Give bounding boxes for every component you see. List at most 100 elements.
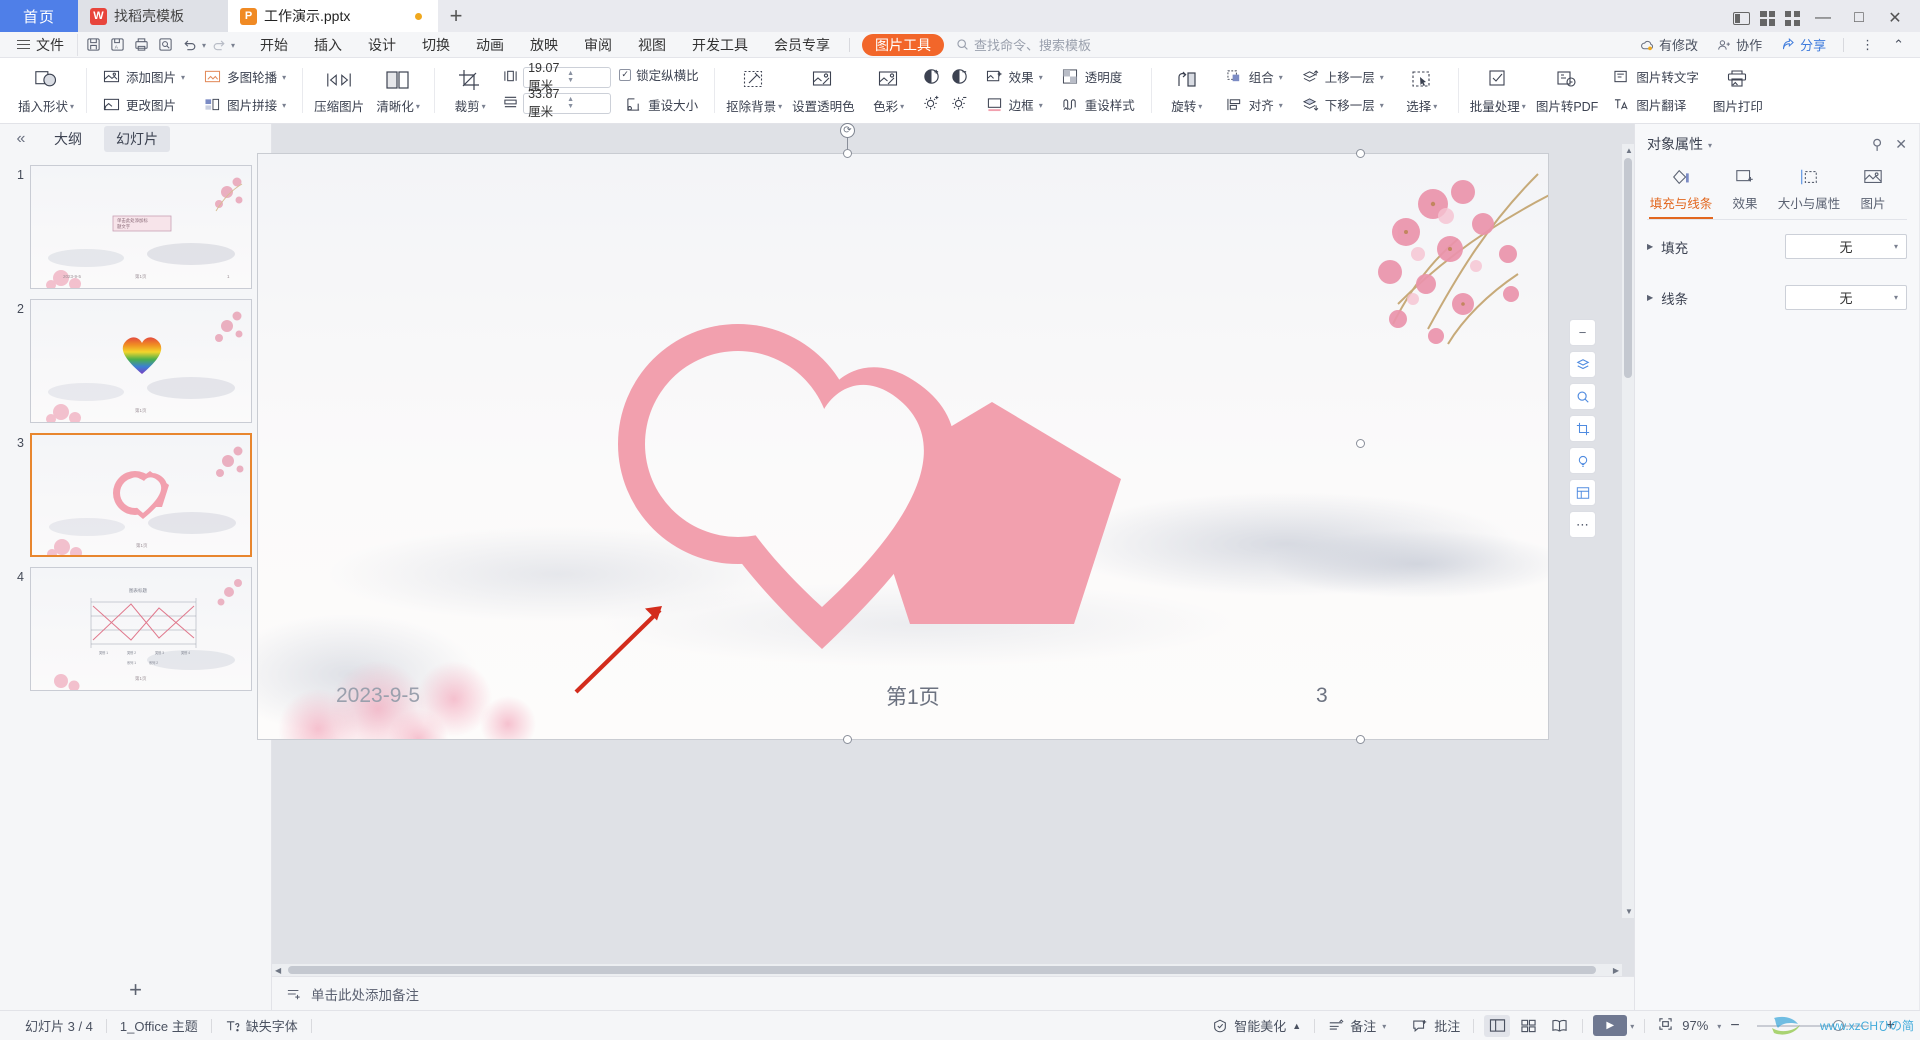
menu-item-transition[interactable]: 切换 <box>409 32 463 58</box>
spinner-arrows-icon[interactable]: ▲ ▼ <box>567 96 606 110</box>
chevron-up-icon[interactable]: ⌃ <box>1885 37 1912 53</box>
chevron-down-icon[interactable]: ▾ <box>1382 1022 1386 1031</box>
line-select[interactable]: 无 ▾ <box>1785 285 1907 310</box>
reset-style-button[interactable]: 重设样式 <box>1056 93 1140 117</box>
customize-icon[interactable]: ▾ <box>231 41 235 50</box>
chevron-down-icon[interactable]: ▾ <box>1708 141 1712 150</box>
contrast-down-icon[interactable] <box>950 67 972 89</box>
reset-size-button[interactable]: 重设大小 <box>619 92 703 116</box>
print-icon[interactable] <box>130 34 153 56</box>
undo-dropdown-icon[interactable]: ▾ <box>202 41 206 50</box>
scroll-left-icon[interactable]: ◀ <box>275 966 281 975</box>
home-tab[interactable]: 首页 <box>0 0 78 32</box>
sidebar-toggle-icon[interactable] <box>1733 11 1750 25</box>
normal-view-icon[interactable] <box>1484 1014 1511 1037</box>
menu-item-picture-tools[interactable]: 图片工具 <box>862 33 945 56</box>
pin-icon[interactable]: ⚲ <box>1872 136 1882 153</box>
menu-item-design[interactable]: 设计 <box>355 32 409 58</box>
zoom-icon[interactable] <box>1569 383 1596 410</box>
menu-item-member[interactable]: 会员专享 <box>761 32 843 58</box>
spinner-arrows-icon[interactable]: ▲ ▼ <box>567 70 606 84</box>
tab-work-presentation[interactable]: P 工作演示.pptx <box>228 0 438 32</box>
scrollbar-thumb[interactable] <box>1624 158 1632 378</box>
tab-fill-and-line[interactable]: 填充与线条 <box>1649 166 1713 219</box>
layout-icon[interactable] <box>1569 479 1596 506</box>
fill-select[interactable]: 无 ▾ <box>1785 234 1907 259</box>
selection-handle-br[interactable] <box>1356 735 1365 744</box>
lock-aspect-ratio-checkbox[interactable]: ✓ 锁定纵横比 <box>619 65 703 84</box>
compress-picture-button[interactable]: 压缩图片 <box>309 58 369 123</box>
picture-width-input[interactable]: 19.07厘米 ▲ ▼ <box>523 61 612 93</box>
file-menu-button[interactable]: 文件 <box>8 35 73 55</box>
picture-print-button[interactable]: 图片打印 <box>1708 58 1768 123</box>
chevron-down-icon[interactable]: ▾ <box>1522 102 1526 111</box>
brightness-up-icon[interactable] <box>922 93 944 115</box>
rotation-handle[interactable]: ⟳ <box>840 123 855 138</box>
tab-effects[interactable]: 效果 <box>1713 166 1777 219</box>
picture-collage-button[interactable]: 图片拼接 ▾ <box>198 93 291 117</box>
picture-height-input[interactable]: 33.87厘米 ▲ ▼ <box>523 87 612 119</box>
picture-height-control[interactable]: 33.87厘米 ▲ ▼ <box>503 87 612 119</box>
thumbnail-row[interactable]: 4 图表标题 类别 1 类别 2 类别 3 类别 4 系列 1 系列 2 第1页 <box>0 562 271 696</box>
chevron-down-icon[interactable]: ▾ <box>1894 242 1898 251</box>
set-transparent-color-button[interactable]: 设置透明色 <box>787 58 860 123</box>
triangle-right-icon[interactable]: ▶ <box>1647 242 1653 251</box>
picture-translate-button[interactable]: 图片翻译 <box>1607 93 1704 117</box>
sharpen-button[interactable]: 清晰化 ▾ <box>369 58 427 123</box>
maximize-button[interactable]: □ <box>1846 9 1872 27</box>
chevron-down-icon[interactable]: ▾ <box>416 102 420 111</box>
menu-item-devtools[interactable]: 开发工具 <box>679 32 761 58</box>
color-button[interactable]: 色彩 ▾ <box>860 58 918 123</box>
print-preview-icon[interactable] <box>154 34 177 56</box>
menu-item-insert[interactable]: 插入 <box>301 32 355 58</box>
scroll-up-icon[interactable]: ▲ <box>1625 146 1633 155</box>
menu-item-start[interactable]: 开始 <box>247 32 301 58</box>
crop-tool-icon[interactable] <box>1569 415 1596 442</box>
add-picture-button[interactable]: 添加图片 ▾ <box>97 65 190 89</box>
chevron-down-icon[interactable]: ▾ <box>1380 101 1384 110</box>
chevron-up-icon[interactable]: ▲ <box>1292 1021 1301 1031</box>
canvas-vertical-scrollbar[interactable]: ▲ ▼ <box>1622 144 1634 918</box>
chevron-down-icon[interactable]: ▾ <box>1039 73 1043 82</box>
picture-width-control[interactable]: 19.07厘米 ▲ ▼ <box>503 61 612 93</box>
batch-process-button[interactable]: 批量处理 ▾ <box>1465 58 1531 123</box>
chevron-down-icon[interactable]: ▾ <box>181 73 185 82</box>
thumbnail-row[interactable]: 2 第1页 <box>0 294 271 428</box>
tab-size-and-properties[interactable]: 大小与属性 <box>1777 166 1841 219</box>
undo-icon[interactable] <box>178 34 201 56</box>
collaborate-button[interactable]: 协作 <box>1709 35 1770 54</box>
thumbnail-row[interactable]: 3 第1页 <box>0 428 271 562</box>
multi-carousel-button[interactable]: 多图轮播 ▾ <box>198 65 291 89</box>
select-button[interactable]: 选择 ▾ <box>1393 58 1451 123</box>
play-slideshow-button[interactable]: ▶ <box>1593 1015 1628 1036</box>
tab-docer-template[interactable]: W 找稻壳模板 <box>78 0 228 32</box>
current-slide[interactable]: 2023-9-5 第1页 3 <box>258 154 1548 739</box>
chevron-down-icon[interactable]: ▾ <box>70 102 74 111</box>
notes-pane[interactable]: 单击此处添加备注 <box>272 976 1634 1010</box>
zoom-out-button[interactable]: − <box>1730 1017 1739 1035</box>
scroll-right-icon[interactable]: ▶ <box>1613 966 1619 975</box>
tab-slides[interactable]: 幻灯片 <box>104 126 170 152</box>
slide-count-status[interactable]: 幻灯片 3 / 4 <box>12 1016 106 1035</box>
selection-handle-tl[interactable] <box>843 149 852 158</box>
layers-icon[interactable] <box>1569 351 1596 378</box>
chevron-down-icon[interactable]: ▾ <box>1198 102 1202 111</box>
tab-outline[interactable]: 大纲 <box>42 126 94 152</box>
close-icon[interactable]: ✕ <box>1895 136 1907 153</box>
picture-to-text-button[interactable]: 图片转文字 <box>1607 65 1704 89</box>
thumbnail-row[interactable]: 1 单击此处添加标 题文字 2023-9-5 第1页 1 <box>0 160 271 294</box>
chevron-double-left-icon[interactable]: « <box>10 130 32 148</box>
grid-view-icon[interactable] <box>1760 10 1775 26</box>
search-box[interactable]: 查找命令、搜索模板 <box>956 35 1091 54</box>
missing-font-status[interactable]: 缺失字体 <box>212 1016 311 1035</box>
scroll-down-icon[interactable]: ▼ <box>1625 907 1633 916</box>
share-button[interactable]: 分享 <box>1773 35 1834 54</box>
menu-item-slideshow[interactable]: 放映 <box>517 32 571 58</box>
menu-item-animation[interactable]: 动画 <box>463 32 517 58</box>
apps-icon[interactable] <box>1785 10 1800 26</box>
align-button[interactable]: 对齐 ▾ <box>1220 93 1288 117</box>
fit-to-window-icon[interactable] <box>1658 1017 1673 1034</box>
chevron-down-icon[interactable]: ▾ <box>1717 1022 1721 1031</box>
remove-background-button[interactable]: 抠除背景 ▾ <box>721 58 787 123</box>
chevron-down-icon[interactable]: ▾ <box>1039 101 1043 110</box>
